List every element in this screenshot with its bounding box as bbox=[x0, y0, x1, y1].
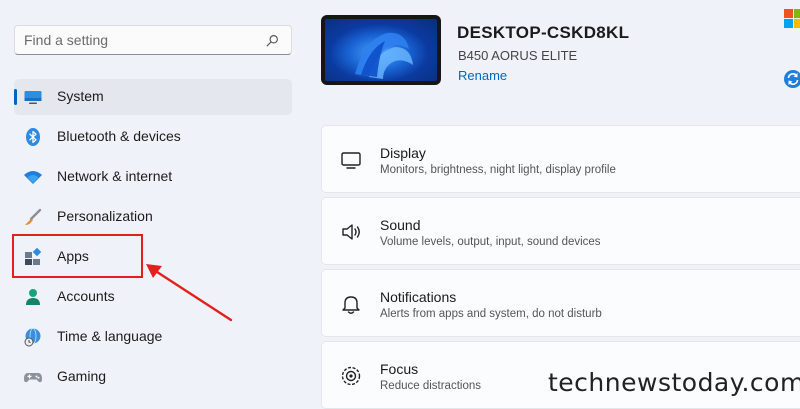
sidebar-item-label: Time & language bbox=[57, 328, 163, 344]
sidebar-item-label: Gaming bbox=[57, 368, 107, 384]
card-subtitle: Monitors, brightness, night light, displ… bbox=[380, 164, 616, 176]
monitor-icon bbox=[24, 91, 42, 104]
person-icon bbox=[26, 289, 40, 305]
gamepad-icon bbox=[24, 373, 42, 383]
card-title: Notifications bbox=[380, 289, 457, 305]
card-title: Sound bbox=[380, 217, 421, 233]
focus-icon bbox=[341, 366, 361, 386]
display-card[interactable]: Display Monitors, brightness, night ligh… bbox=[321, 125, 800, 193]
sidebar-item-label: Bluetooth & devices bbox=[57, 128, 181, 144]
device-thumbnail bbox=[321, 15, 441, 85]
display-icon bbox=[341, 152, 361, 169]
wallpaper-image bbox=[325, 19, 437, 81]
rename-link[interactable]: Rename bbox=[458, 68, 507, 83]
sidebar-item-gaming[interactable]: Gaming bbox=[14, 359, 292, 395]
globe-clock-icon bbox=[24, 328, 41, 347]
device-name: DESKTOP-CSKD8KL bbox=[457, 23, 630, 42]
sound-card[interactable]: Sound Volume levels, output, input, soun… bbox=[321, 197, 800, 265]
sidebar-item-label: Personalization bbox=[57, 208, 153, 224]
sidebar-item-personalization[interactable]: Personalization bbox=[14, 199, 292, 235]
bluetooth-icon bbox=[26, 128, 40, 146]
sidebar-item-label: Accounts bbox=[57, 288, 115, 304]
notifications-card[interactable]: Notifications Alerts from apps and syste… bbox=[321, 269, 800, 337]
card-subtitle: Alerts from apps and system, do not dist… bbox=[380, 308, 602, 320]
sidebar-item-bluetooth[interactable]: Bluetooth & devices bbox=[14, 119, 292, 155]
card-title: Display bbox=[380, 145, 426, 161]
sidebar-item-network[interactable]: Network & internet bbox=[14, 159, 292, 195]
search-box[interactable] bbox=[14, 25, 292, 55]
apps-highlight-box bbox=[12, 234, 143, 278]
microsoft-logo bbox=[784, 9, 800, 28]
card-subtitle: Volume levels, output, input, sound devi… bbox=[380, 236, 601, 248]
search-input[interactable] bbox=[15, 26, 264, 54]
sidebar-item-label: System bbox=[57, 88, 104, 104]
windows-update-icon[interactable] bbox=[783, 69, 800, 89]
sidebar-item-label: Network & internet bbox=[57, 168, 173, 184]
wifi-icon bbox=[24, 171, 42, 184]
annotation-arrow bbox=[146, 264, 233, 322]
bell-icon bbox=[342, 296, 360, 314]
selection-indicator bbox=[14, 89, 17, 105]
search-icon[interactable] bbox=[266, 34, 279, 47]
speaker-icon bbox=[342, 224, 360, 240]
sidebar-item-system[interactable]: System bbox=[14, 79, 292, 115]
card-title: Focus bbox=[380, 361, 419, 377]
watermark-text: technewstoday.com bbox=[548, 368, 800, 397]
device-model: B450 AORUS ELITE bbox=[458, 48, 578, 63]
brush-icon bbox=[25, 208, 42, 225]
card-subtitle: Reduce distractions bbox=[380, 380, 481, 392]
